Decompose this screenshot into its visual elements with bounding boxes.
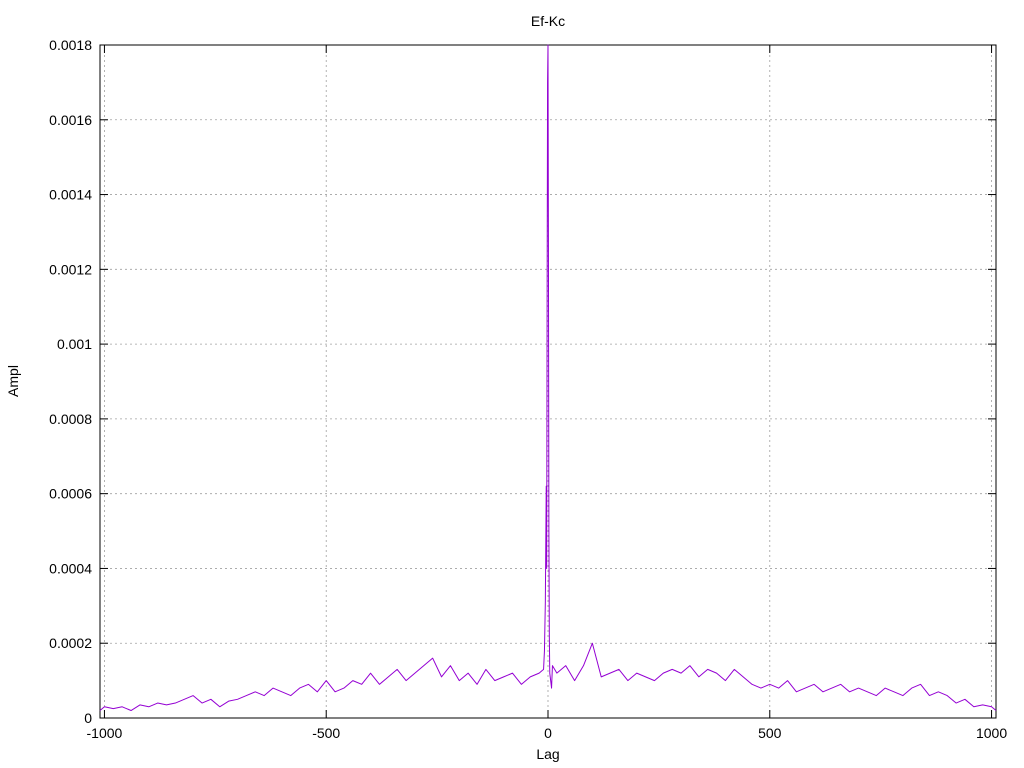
- y-tick-label: 0.0004: [49, 560, 92, 576]
- x-tick-label: 1000: [976, 725, 1007, 741]
- x-tick-label: 500: [758, 725, 782, 741]
- y-tick-label: 0.001: [57, 336, 92, 352]
- y-tick-label: 0.0014: [49, 187, 92, 203]
- y-tick-label: 0.0002: [49, 635, 92, 651]
- y-axis-label: Ampl: [5, 365, 21, 397]
- y-tick-label: 0.0018: [49, 37, 92, 53]
- x-tick-label: -1000: [87, 725, 123, 741]
- y-tick-label: 0.0016: [49, 112, 92, 128]
- chart-title: Ef-Kc: [531, 13, 565, 29]
- y-tick-label: 0: [84, 710, 92, 726]
- x-tick-label: 0: [544, 725, 552, 741]
- chart: 0 0.0002 0.0004 0.0006 0.0008 0.001 0.0012 0.00…: [5, 13, 1007, 762]
- x-tick-label: -500: [312, 725, 340, 741]
- y-tick-label: 0.0008: [49, 411, 92, 427]
- y-tick-label: 0.0012: [49, 261, 92, 277]
- y-tick-label: 0.0006: [49, 486, 92, 502]
- x-axis-label: Lag: [536, 746, 559, 762]
- ticks: 0 0.0002 0.0004 0.0006 0.0008 0.001 0.0012 0.00…: [49, 37, 1007, 741]
